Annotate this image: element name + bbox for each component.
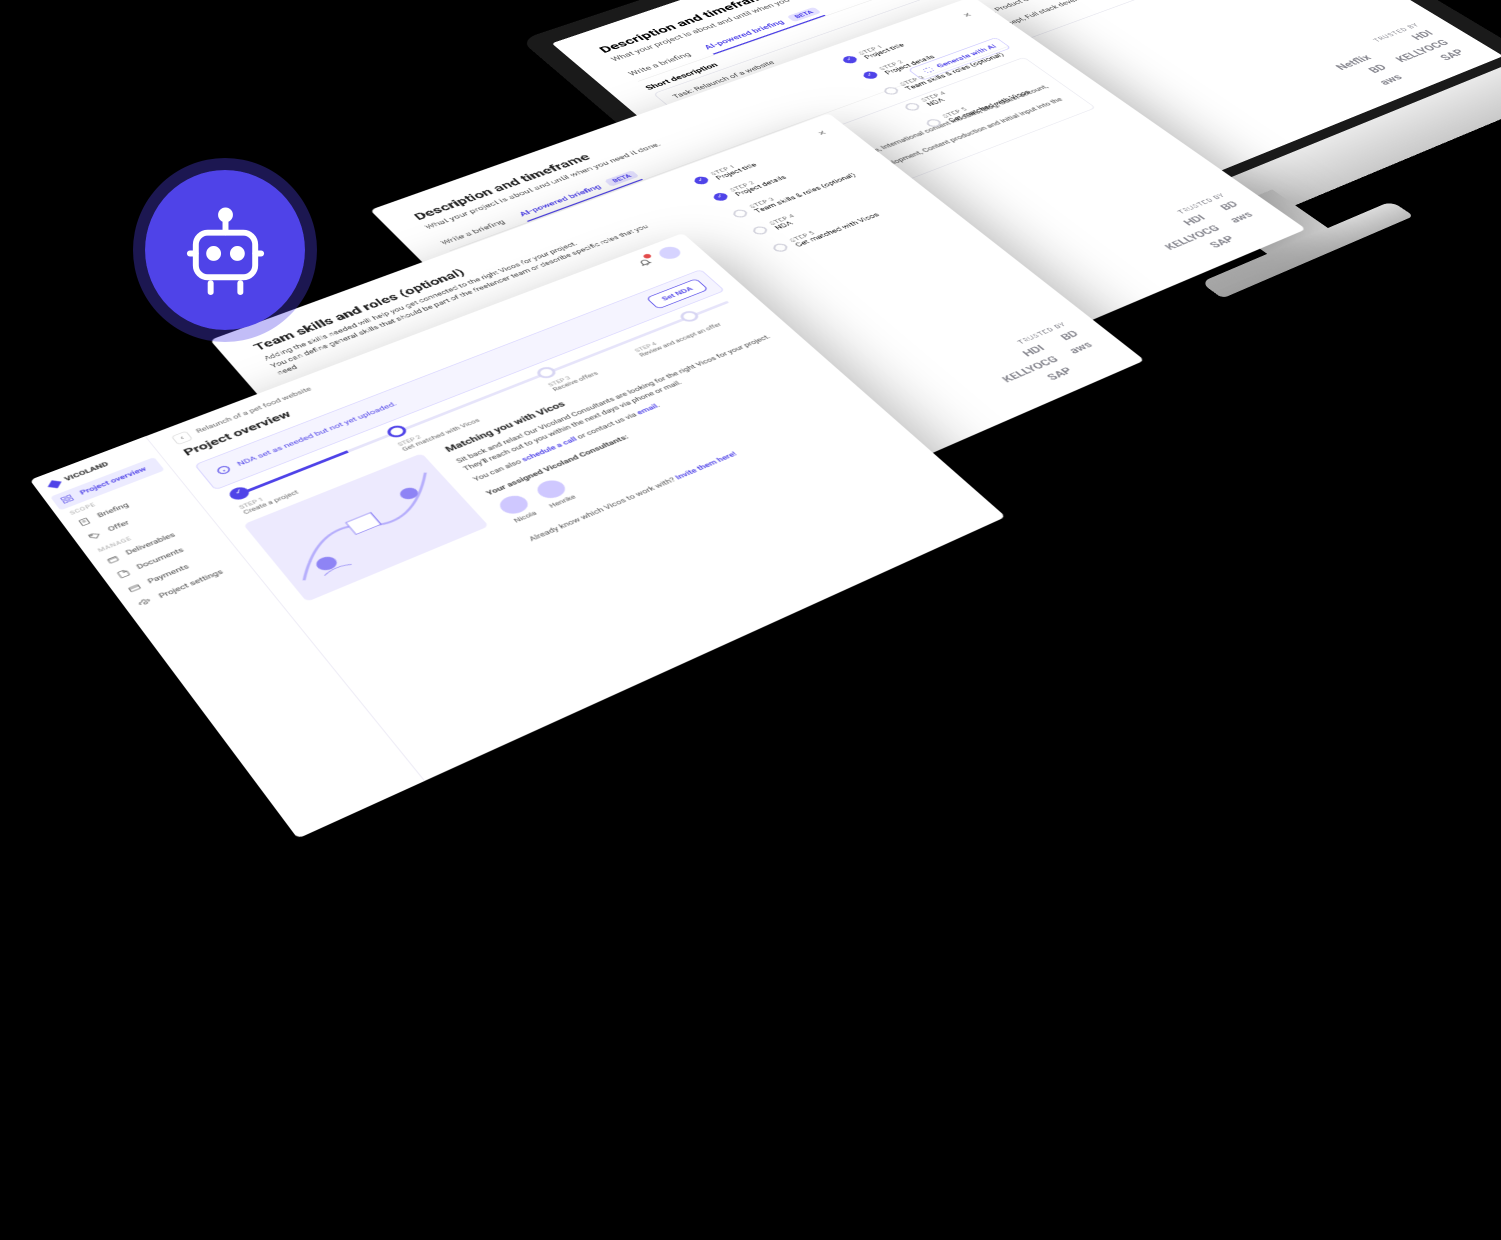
brand-logo-icon [48,480,62,488]
consultant-avatar: Nicola [495,492,541,526]
info-icon [214,464,234,477]
step-dot-5 [771,242,791,253]
logo-sap: SAP [1438,48,1469,63]
trusted-by: TRUSTED BY Netflix HDI BD KELLYOCG aws S… [1323,22,1469,92]
beta-badge: BETA [787,7,822,22]
logo-hdi: HDI [1409,29,1436,42]
logo-sap: SAP [1207,234,1238,250]
step-dot-3 [882,86,901,96]
card-icon [126,582,144,594]
logo-hdi: HDI [1181,213,1209,228]
file-icon [115,568,133,580]
step-dot-2 [711,192,730,203]
box-icon [104,553,121,565]
consultant-avatar: Henrike [532,477,579,511]
logo-bd: BD [1366,63,1390,75]
avatar-name: Nicola [512,510,540,526]
logo-kellyocg: KELLYOCG [1162,224,1223,253]
logo-sap: SAP [1045,366,1076,383]
gear-icon [137,597,155,609]
logo-aws: aws [1227,210,1256,225]
step-dot-4 [750,225,769,236]
logo-kellyocg: KELLYOCG [1393,38,1452,64]
tag-icon [86,530,103,542]
robot-icon [145,170,305,330]
logo-bd: BD [1218,200,1242,213]
logo-aws: aws [1377,73,1406,87]
document-icon [76,516,93,528]
logo-bd: BD [1058,329,1082,343]
logo-aws: aws [1067,340,1096,356]
trusted-by: TRUSTED BY HDI BD KELLYOCG aws SAP [1138,192,1271,263]
back-button[interactable]: ‹ [171,431,193,445]
invite-vicos-link[interactable]: Invite them here! [674,451,739,481]
overview-icon [59,493,76,504]
step-label: STEP 5 [788,207,875,243]
hstep-node-1 [226,485,252,502]
logo-kellyocg: KELLYOCG [1000,354,1062,384]
trusted-by: TRUSTED BY HDI BD KELLYOCG aws SAP [976,321,1109,396]
set-nda-button[interactable]: Set NDA [646,278,709,309]
